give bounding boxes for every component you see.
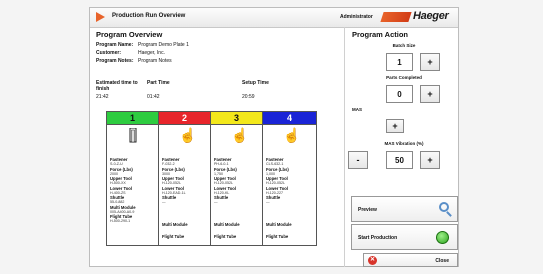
parts-completed-field[interactable]: 0 xyxy=(386,85,413,103)
station-1[interactable]: 1 Fastener S-0-Z-U Force (Lbs) 2000 Uppe… xyxy=(107,112,159,245)
detail-value: — xyxy=(214,200,218,204)
estimated-time-value: 21:42 xyxy=(96,94,109,100)
start-production-label: Start Production xyxy=(358,235,398,241)
user-label: Administrator xyxy=(340,14,373,20)
flight-tube-label: Flight Tube xyxy=(214,234,237,239)
multi-module-label: Multi Module xyxy=(162,222,188,227)
customer-value: Haeger, Inc. xyxy=(138,50,165,56)
mas-vibration-minus-button[interactable]: - xyxy=(348,151,368,169)
customer-label: Customer: xyxy=(96,50,122,56)
station-4-details: Fastener CLS-632-1 Force (Lbs) 1,000 Upp… xyxy=(266,157,314,205)
mas-label: MAS xyxy=(352,107,362,112)
station-4-header: 4 xyxy=(263,112,316,125)
preview-button[interactable]: Preview xyxy=(351,196,458,222)
mas-vibration-label: MAS Vibration (%) xyxy=(384,141,424,146)
batch-size-plus-button[interactable]: + xyxy=(420,53,440,71)
hand-pointer-icon: ☝ xyxy=(283,127,301,143)
multi-module-label: Multi Module xyxy=(214,222,240,227)
program-action-heading: Program Action xyxy=(352,30,408,39)
setup-time-label: Setup Time xyxy=(242,80,269,86)
magnifier-handle xyxy=(446,211,452,217)
title-bar: Production Run Overview Administrator Ha… xyxy=(90,8,458,28)
station-4[interactable]: 4 ☝ Fastener CLS-632-1 Force (Lbs) 1,000… xyxy=(263,112,316,245)
station-3-header: 3 xyxy=(211,112,262,125)
detail-value: — xyxy=(266,200,270,204)
station-3[interactable]: 3 ☝ Fastener PH-6-0-1 Force (Lbs) 1,750 … xyxy=(211,112,263,245)
program-notes-value: Program Notes xyxy=(138,58,172,64)
mas-plus-button[interactable]: + xyxy=(386,119,404,133)
setup-time-value: 20:59 xyxy=(242,94,255,100)
green-go-icon xyxy=(436,231,449,244)
station-2-header: 2 xyxy=(159,112,210,125)
app-arrow-icon xyxy=(96,12,105,22)
mas-vibration-field[interactable]: 50 xyxy=(386,151,413,169)
window-title: Production Run Overview xyxy=(112,13,186,19)
hand-pointer-icon: ☝ xyxy=(179,127,197,143)
production-run-window: Production Run Overview Administrator Ha… xyxy=(89,7,459,267)
batch-size-label: Batch Size xyxy=(392,43,416,48)
parts-completed-plus-button[interactable]: + xyxy=(420,85,440,103)
program-name-value: Program Demo Plate 1 xyxy=(138,42,189,48)
tool-holder-icon xyxy=(129,127,137,146)
close-button[interactable]: ✕ Close xyxy=(363,253,458,267)
flight-tube-label: Flight Tube xyxy=(266,234,289,239)
stations-table: 1 Fastener S-0-Z-U Force (Lbs) 2000 Uppe… xyxy=(106,111,317,246)
program-notes-label: Program Notes: xyxy=(96,58,134,64)
estimated-time-label: Estimated time to finish xyxy=(96,80,138,92)
part-time-value: 01:42 xyxy=(147,94,160,100)
logo-swoosh-icon xyxy=(380,12,412,22)
parts-completed-label: Parts Completed xyxy=(386,75,422,80)
program-name-label: Program Name: xyxy=(96,42,134,48)
batch-size-field[interactable]: 1 xyxy=(386,53,413,71)
part-time-label: Part Time xyxy=(147,80,170,86)
multi-module-label: Multi Module xyxy=(266,222,292,227)
station-1-header: 1 xyxy=(107,112,158,125)
flight-tube-label: Flight Tube xyxy=(162,234,185,239)
station-3-details: Fastener PH-6-0-1 Force (Lbs) 1,750 Uppe… xyxy=(214,157,262,205)
panel-divider xyxy=(344,27,345,267)
close-label: Close xyxy=(435,258,449,264)
detail-value: H-500-290-1 xyxy=(110,219,131,223)
preview-label: Preview xyxy=(358,207,377,213)
station-1-details: Fastener S-0-Z-U Force (Lbs) 2000 Upper … xyxy=(110,157,158,224)
mas-vibration-plus-button[interactable]: + xyxy=(420,151,440,169)
brand-logo: Haeger xyxy=(413,10,449,22)
station-2-details: Fastener F-032-2 Force (Lbs) 3000 Upper … xyxy=(162,157,210,205)
start-production-button[interactable]: Start Production xyxy=(351,224,458,250)
program-overview-heading: Program Overview xyxy=(96,30,163,39)
hand-pointer-icon: ☝ xyxy=(231,127,249,143)
detail-value: — xyxy=(162,200,166,204)
close-icon: ✕ xyxy=(368,256,377,265)
station-2[interactable]: 2 ☝ Fastener F-032-2 Force (Lbs) 3000 Up… xyxy=(159,112,211,245)
